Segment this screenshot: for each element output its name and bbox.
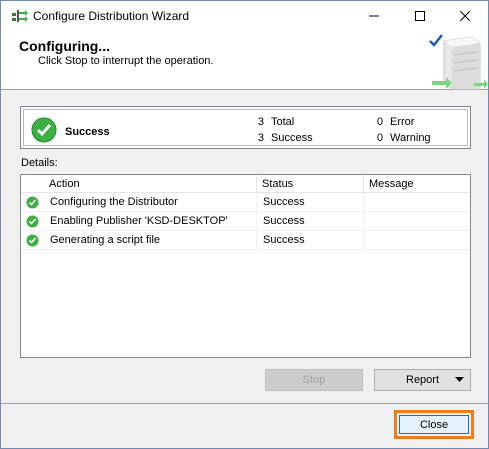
chevron-down-icon [455,377,464,382]
summary-panel: Success 3 Total 3 Success 0 Error 0 Warn… [20,106,471,149]
table-row[interactable]: Enabling Publisher 'KSD-DESKTOP' Success [21,212,470,231]
row-action: Enabling Publisher 'KSD-DESKTOP' [50,215,228,227]
details-grid[interactable]: Action Status Message Configuring the Di… [20,174,471,358]
column-header-status[interactable]: Status [262,178,293,190]
wizard-app-icon [12,10,28,22]
close-button-highlight: Close [394,410,474,439]
report-button-label: Report [406,374,440,386]
window-title: Configure Distribution Wizard [33,9,190,23]
success-check-icon [26,196,39,209]
success-check-icon [26,215,39,228]
row-action: Configuring the Distributor [50,196,178,208]
title-bar: Configure Distribution Wizard [1,1,488,31]
close-icon [460,11,470,21]
success-check-icon [31,117,57,143]
window-close-button[interactable] [442,1,488,31]
row-status: Success [263,196,305,208]
close-button[interactable]: Close [399,415,469,434]
summary-status: Success [65,126,110,138]
warning-count: 0 [376,132,383,144]
summary-inner: Success 3 Total 3 Success 0 Error 0 Warn… [23,109,468,146]
minimize-button[interactable] [351,1,397,31]
stop-button[interactable]: Stop [265,369,363,391]
success-check-icon [26,234,39,247]
row-status: Success [263,215,305,227]
maximize-button[interactable] [397,1,443,31]
column-header-action[interactable]: Action [49,178,80,190]
total-label: Total [271,116,295,128]
minimize-icon [369,15,379,17]
maximize-icon [415,11,425,21]
total-count: 3 [257,116,264,128]
grid-header: Action Status Message [21,175,470,193]
success-count: 3 [257,132,264,144]
table-row[interactable]: Configuring the Distributor Success [21,193,470,212]
wizard-window: Configure Distribution Wizard Configurin… [0,0,489,449]
error-count: 0 [376,116,383,128]
column-header-message[interactable]: Message [369,178,414,190]
page-title: Configuring... [19,38,110,54]
error-label: Error [390,116,415,128]
row-status: Success [263,234,305,246]
table-row[interactable]: Generating a script file Success [21,231,470,250]
server-graphic-icon [429,34,488,90]
details-label: Details: [21,157,58,169]
page-subtitle: Click Stop to interrupt the operation. [38,55,214,67]
row-action: Generating a script file [50,234,161,246]
warning-label: Warning [390,132,431,144]
success-label: Success [271,132,313,144]
report-button[interactable]: Report [374,369,471,391]
wizard-header: Configuring... Click Stop to interrupt t… [1,31,488,90]
